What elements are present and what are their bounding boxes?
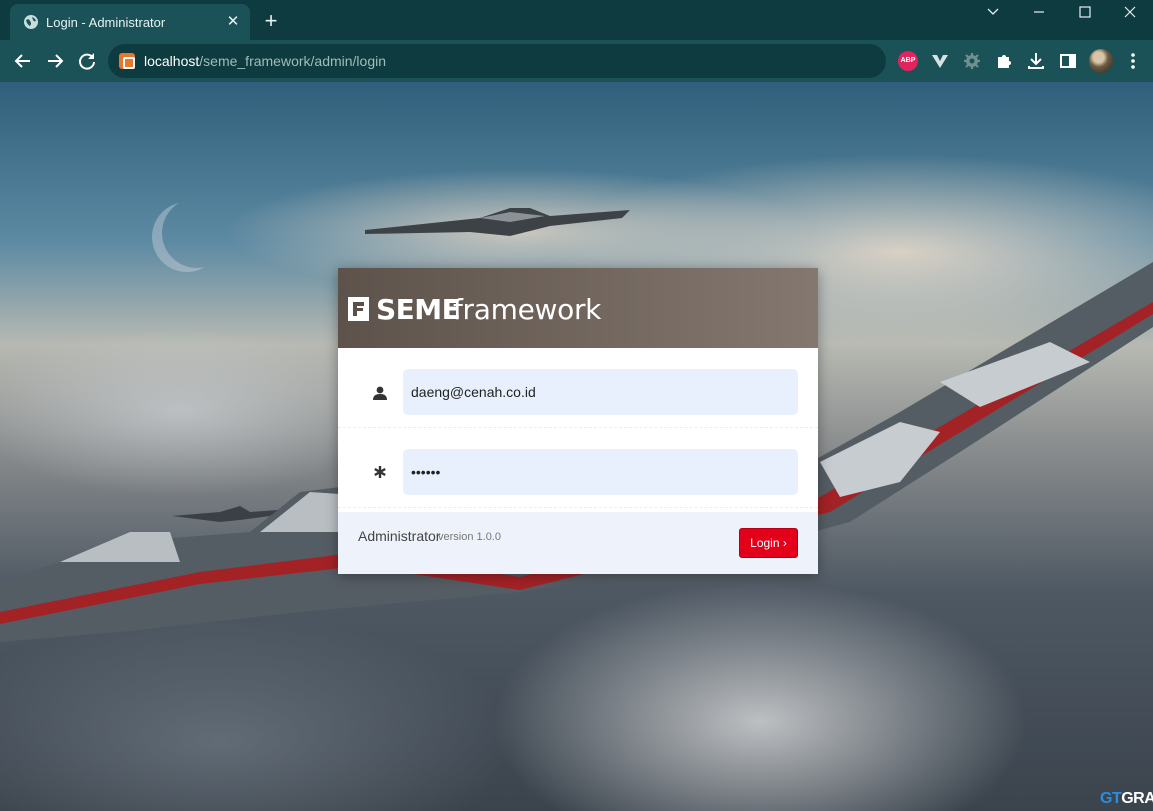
- login-panel: SEME framework Administrator version 1.0…: [338, 268, 818, 574]
- logo-icon: [348, 297, 369, 321]
- adblock-icon[interactable]: ABP: [898, 51, 918, 71]
- aircraft-image-small: [172, 506, 278, 522]
- watermark: GTGRA: [1100, 790, 1153, 807]
- url-text[interactable]: localhost/seme_framework/admin/login: [144, 53, 386, 69]
- password-row: [338, 428, 818, 508]
- close-icon[interactable]: ✕: [224, 13, 242, 31]
- gear-icon[interactable]: [961, 50, 983, 72]
- window-close-icon[interactable]: [1107, 0, 1153, 24]
- address-bar[interactable]: localhost/seme_framework/admin/login: [108, 44, 886, 78]
- user-icon: [373, 386, 387, 400]
- email-field[interactable]: [403, 369, 798, 415]
- forward-icon[interactable]: [43, 49, 67, 73]
- email-row: [338, 348, 818, 428]
- page-background: GTGRA SEME framework Administrator: [0, 82, 1153, 811]
- download-icon[interactable]: [1025, 50, 1047, 72]
- login-button[interactable]: Login ›: [739, 528, 798, 558]
- plus-icon[interactable]: +: [260, 10, 282, 33]
- browser-titlebar: Login - Administrator ✕ +: [0, 0, 1153, 40]
- minimize-icon[interactable]: [1016, 0, 1062, 24]
- globe-icon: [24, 15, 38, 29]
- sidepanel-icon[interactable]: [1057, 50, 1079, 72]
- reload-icon[interactable]: [75, 49, 99, 73]
- more-icon[interactable]: [1122, 50, 1144, 72]
- login-footer: Administrator version 1.0.0 Login ›: [338, 512, 818, 574]
- footer-title: Administrator: [358, 528, 441, 544]
- vivaldi-icon[interactable]: [929, 50, 951, 72]
- browser-toolbar: localhost/seme_framework/admin/login ABP: [0, 40, 1153, 82]
- logo-text-bold: SEME: [376, 293, 461, 326]
- back-icon[interactable]: [11, 49, 35, 73]
- puzzle-icon[interactable]: [993, 50, 1015, 72]
- password-field[interactable]: [403, 449, 798, 495]
- maximize-icon[interactable]: [1062, 0, 1108, 24]
- chevron-down-icon[interactable]: [970, 0, 1016, 24]
- avatar[interactable]: [1089, 49, 1113, 73]
- version-label: version 1.0.0: [438, 531, 501, 543]
- asterisk-icon: [374, 466, 386, 478]
- logo-text-light: framework: [453, 293, 602, 326]
- browser-tab[interactable]: Login - Administrator ✕: [10, 4, 250, 40]
- site-icon: [119, 53, 135, 69]
- login-header: SEME framework: [338, 268, 818, 348]
- tab-title: Login - Administrator: [46, 15, 166, 30]
